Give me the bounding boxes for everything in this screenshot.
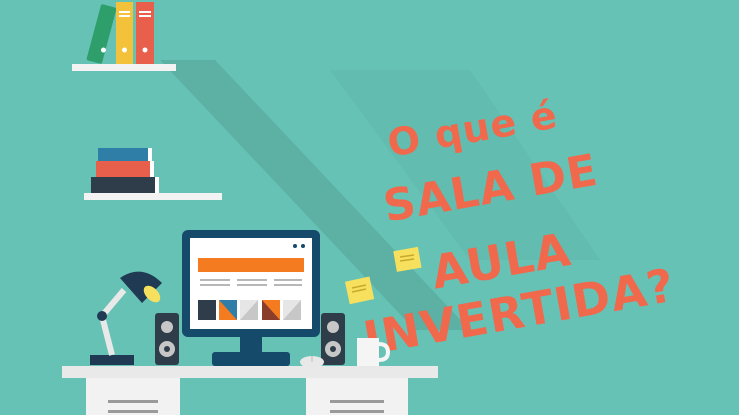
coffee-mug-icon	[357, 338, 390, 366]
lower-books	[91, 148, 159, 193]
book-icon	[98, 148, 152, 161]
book-icon	[86, 4, 117, 64]
desk-drawer-handle	[108, 400, 158, 403]
desk-top	[62, 366, 438, 378]
book-icon	[136, 2, 154, 64]
book-icon	[91, 177, 159, 193]
upper-books	[86, 2, 154, 64]
sticky-note-icon	[344, 276, 375, 305]
monitor-icon	[182, 230, 320, 366]
book-icon	[96, 161, 154, 177]
speaker-icon	[155, 313, 179, 365]
desk-drawer-handle	[108, 410, 158, 413]
desk-drawer-handle	[330, 410, 384, 413]
desk-drawer-handle	[330, 400, 384, 403]
book-icon	[116, 2, 133, 64]
sticky-note-icon	[393, 246, 422, 272]
